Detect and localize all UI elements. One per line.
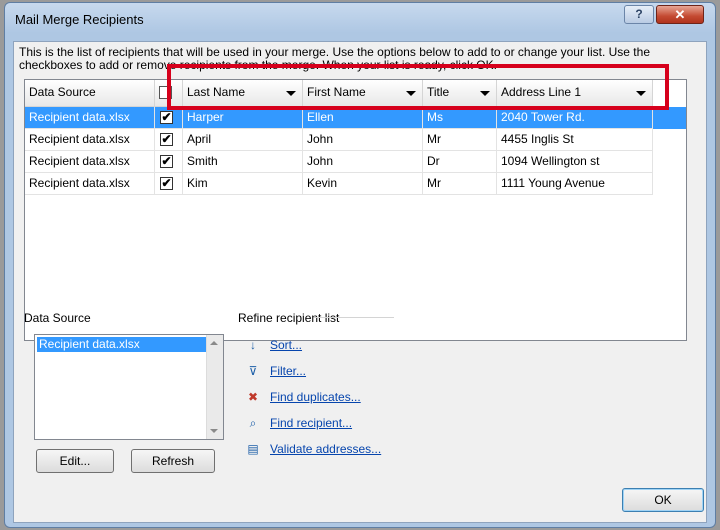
cell-title: Mr — [423, 129, 497, 151]
scroll-down-icon[interactable] — [210, 429, 218, 433]
cell-last-name: Kim — [183, 173, 303, 195]
cell-include: ✔ — [155, 173, 183, 195]
data-source-label: Data Source — [24, 311, 91, 325]
include-checkbox[interactable]: ✔ — [160, 133, 173, 146]
cell-data-source: Recipient data.xlsx — [25, 151, 155, 173]
filter-link-label[interactable]: Filter... — [270, 362, 306, 380]
cell-last-name: Smith — [183, 151, 303, 173]
recipient-grid[interactable]: Data Source Last Name First Name Title A… — [24, 79, 687, 341]
cell-address: 1111 Young Avenue — [497, 173, 653, 195]
help-button[interactable]: ? — [624, 5, 654, 24]
cell-last-name: April — [183, 129, 303, 151]
cell-first-name: Kevin — [303, 173, 423, 195]
highlight-annotation-box — [167, 64, 669, 110]
cell-address: 4455 Inglis St — [497, 129, 653, 151]
scroll-up-icon[interactable] — [210, 341, 218, 345]
close-button[interactable]: ✕ — [656, 5, 704, 24]
dialog-title: Mail Merge Recipients — [15, 12, 144, 27]
cell-first-name: Ellen — [303, 107, 423, 129]
include-checkbox[interactable]: ✔ — [160, 177, 173, 190]
ok-button[interactable]: OK — [622, 488, 704, 512]
validate-addresses-link-label[interactable]: Validate addresses... — [270, 440, 381, 458]
column-header-data-source[interactable]: Data Source — [25, 80, 155, 107]
find-recipient-icon: ⌕ — [249, 416, 257, 430]
dialog-body: This is the list of recipients that will… — [13, 41, 707, 523]
validate-addresses-icon: ▤ — [247, 442, 259, 456]
find-recipient-link-label[interactable]: Find recipient... — [270, 414, 352, 432]
table-row[interactable]: Recipient data.xlsx ✔ Kim Kevin Mr 1111 … — [25, 173, 686, 195]
cell-data-source: Recipient data.xlsx — [25, 107, 155, 129]
cell-first-name: John — [303, 129, 423, 151]
cell-include: ✔ — [155, 107, 183, 129]
list-item[interactable]: Recipient data.xlsx — [37, 337, 207, 352]
cell-address: 2040 Tower Rd. — [497, 107, 653, 129]
cell-include: ✔ — [155, 129, 183, 151]
group-divider — [314, 317, 394, 318]
cell-data-source: Recipient data.xlsx — [25, 173, 155, 195]
sort-icon: ↓ — [250, 338, 256, 352]
data-source-listbox[interactable]: Recipient data.xlsx — [34, 334, 224, 440]
cell-first-name: John — [303, 151, 423, 173]
cell-last-name: Harper — [183, 107, 303, 129]
edit-button[interactable]: Edit... — [36, 449, 114, 473]
cell-address: 1094 Wellington st — [497, 151, 653, 173]
refine-recipient-list-label: Refine recipient list — [238, 311, 340, 325]
cell-include: ✔ — [155, 151, 183, 173]
column-header-label: Data Source — [29, 85, 96, 99]
sort-link-label[interactable]: Sort... — [270, 336, 302, 354]
refresh-button[interactable]: Refresh — [131, 449, 215, 473]
cell-data-source: Recipient data.xlsx — [25, 129, 155, 151]
find-duplicates-link-label[interactable]: Find duplicates... — [270, 388, 361, 406]
table-row[interactable]: Recipient data.xlsx ✔ Smith John Dr 1094… — [25, 151, 686, 173]
scrollbar[interactable] — [206, 335, 223, 439]
filter-icon: ⊽ — [248, 364, 258, 378]
cell-title: Dr — [423, 151, 497, 173]
include-checkbox[interactable]: ✔ — [160, 155, 173, 168]
table-row[interactable]: Recipient data.xlsx ✔ April John Mr 4455… — [25, 129, 686, 151]
find-duplicates-icon: ✖ — [247, 390, 259, 404]
table-row[interactable]: Recipient data.xlsx ✔ Harper Ellen Ms 20… — [25, 107, 686, 129]
cell-title: Mr — [423, 173, 497, 195]
include-checkbox[interactable]: ✔ — [160, 111, 173, 124]
cell-title: Ms — [423, 107, 497, 129]
